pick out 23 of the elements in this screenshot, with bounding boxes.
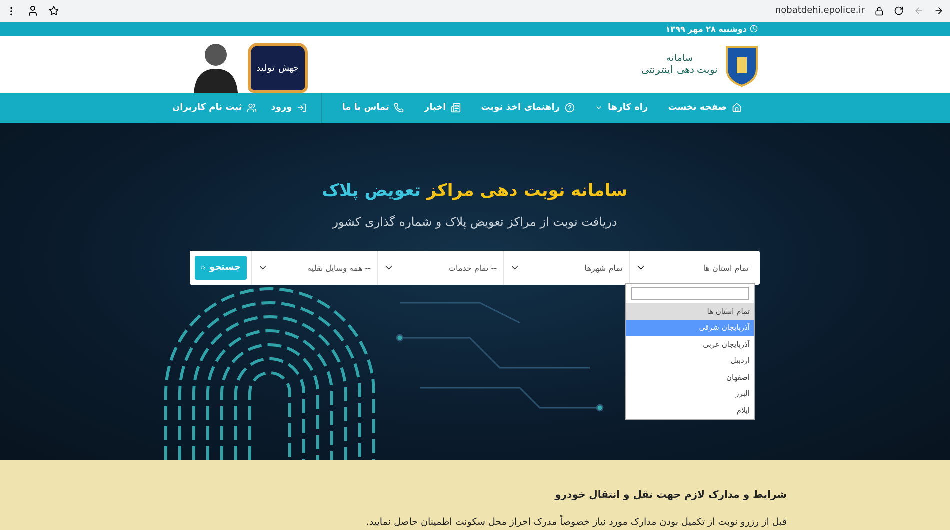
- hero-title: سامانه نوبت دهی مراکز تعویض پلاک: [322, 181, 628, 201]
- help-icon: [565, 103, 576, 113]
- bookmark-star-icon[interactable]: [49, 6, 59, 16]
- section-heading: شرایط و مدارک لازم جهت نقل و انتقال خودرو: [554, 490, 787, 501]
- date-text: دوشنبه ۲۸ مهر ۱۳۹۹: [666, 24, 747, 34]
- clock-icon: [750, 25, 758, 33]
- reload-icon[interactable]: [894, 6, 904, 16]
- section-paragraph: قبل از رزرو نوبت از تکمیل بودن مدارک مورد نیاز خصوصاً مدرک احراز محل سکونت اطمینان حاصل نمایید.: [365, 517, 787, 528]
- dropdown-search-field[interactable]: [631, 287, 749, 300]
- newspaper-icon: [451, 103, 462, 113]
- caret-icon: [595, 104, 604, 112]
- logo-title: سامانه: [666, 53, 694, 64]
- hero-subtitle: دریافت نوبت از مراکز تعویض پلاک و شماره گذاری کشور: [332, 215, 618, 229]
- logo-subtitle: نوبت دهی اینترنتی: [642, 64, 718, 76]
- profile-icon[interactable]: [27, 5, 39, 17]
- login-icon: [297, 103, 308, 113]
- emblem-badge: جهش تولید: [248, 43, 308, 93]
- phone-icon: [394, 103, 404, 113]
- forward-arrow-icon[interactable]: [934, 6, 944, 16]
- users-icon: [247, 103, 258, 113]
- home-icon: [732, 103, 742, 113]
- lock-icon: [875, 6, 884, 16]
- address-url[interactable]: nobatdehi.epolice.ir: [775, 6, 865, 16]
